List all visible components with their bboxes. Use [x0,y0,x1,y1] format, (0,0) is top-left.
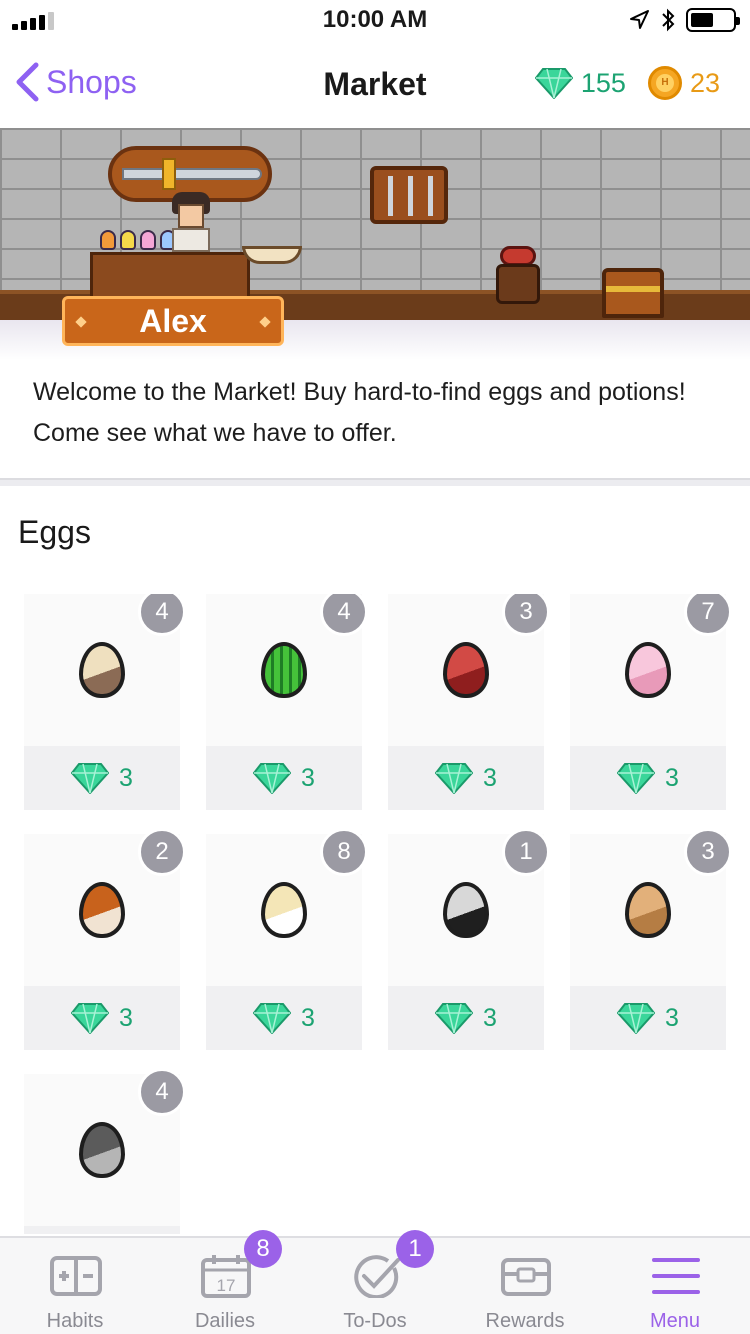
egg-icon [443,882,489,938]
gold-coin-icon: H [647,66,682,100]
shop-counter [90,252,250,300]
price-value: 3 [301,763,315,792]
gem-icon [617,763,656,794]
calendar-icon: 17 [201,1255,251,1298]
gem-icon [253,1003,292,1034]
status-bar: 10:00 AM [0,0,750,40]
egg-icon [79,1122,125,1178]
egg-item-card[interactable]: 33 [388,594,550,810]
egg-item-card[interactable]: 32 [24,828,186,1050]
owned-count-badge: 1 [502,828,550,876]
currency-display: 155 H 23 [534,66,720,100]
tab-habits[interactable]: Habits [0,1238,150,1334]
price-row: 3 [24,746,180,810]
gem-icon [435,1003,474,1034]
egg-icon [79,642,125,698]
owned-count-badge: 2 [138,828,186,876]
price-row: 3 [206,986,362,1050]
price-row: 3 [570,746,726,810]
owned-count-badge: 8 [320,828,368,876]
shopkeeper-avatar [168,192,214,252]
gem-icon [534,68,573,99]
fruit-bowl-decoration [242,246,302,264]
tab-label: Dailies [194,1310,256,1332]
habits-icon [50,1256,102,1296]
npc-name: Alex [139,302,207,339]
price-row [24,1226,180,1234]
egg-item-card[interactable]: 37 [570,594,732,810]
price-row: 3 [24,986,180,1050]
gem-icon [435,763,474,794]
price-row: 3 [388,746,544,810]
egg-item-card[interactable]: 4 [24,1068,186,1234]
rewards-chest-icon [501,1258,551,1296]
section-divider [0,478,750,486]
tab-label: Menu [649,1310,701,1332]
coin-letter: H [655,74,674,92]
npc-nameplate: Alex [62,296,284,346]
tab-label: To-Dos [343,1310,407,1332]
gem-icon [253,763,292,794]
bluetooth-icon [662,8,675,32]
location-arrow-icon [630,10,649,29]
welcome-message: Welcome to the Market! Buy hard-to-find … [33,378,686,447]
weapon-rack-decoration [370,166,448,224]
price-value: 3 [119,763,133,792]
tab-dailies[interactable]: 17 8 Dailies [150,1230,300,1334]
dailies-badge: 8 [244,1230,282,1268]
egg-item-card[interactable]: 31 [388,828,550,1050]
navigation-bar: Shops Market 155 H 23 [0,40,750,128]
section-title-eggs: Eggs [18,514,91,550]
pot-contents-decoration [500,246,536,266]
egg-item-card[interactable]: 34 [206,594,368,810]
egg-icon [625,642,671,698]
price-value: 3 [301,1003,315,1032]
potion-bottles-decoration [100,230,176,250]
gem-icon [71,1003,110,1034]
egg-item-card[interactable]: 34 [24,594,186,810]
owned-count-badge: 3 [684,828,732,876]
price-row: 3 [570,986,726,1050]
check-icon [354,1255,400,1298]
tab-menu[interactable]: Menu [600,1238,750,1334]
tab-label: Habits [46,1310,104,1332]
calendar-day: 17 [217,1276,236,1295]
price-value: 3 [119,1003,133,1032]
egg-icon [79,882,125,938]
gold-count: 23 [689,67,720,98]
sword-guard-decoration [162,158,176,190]
price-value: 3 [665,1003,679,1032]
price-value: 3 [483,1003,497,1032]
egg-icon [625,882,671,938]
menu-icon [652,1258,700,1294]
tab-label: Rewards [485,1310,565,1332]
pot-decoration [496,264,540,304]
price-value: 3 [483,763,497,792]
battery-icon [686,8,740,32]
gem-count: 155 [580,67,626,98]
egg-grid: 34343337323831334 [24,594,734,1234]
gem-icon [71,763,110,794]
cactus-egg-icon [261,642,307,698]
sword-decoration [122,168,262,180]
egg-item-card[interactable]: 38 [206,828,368,1050]
treasure-chest-decoration [602,268,664,318]
egg-item-card[interactable]: 33 [570,828,732,1050]
owned-count-badge: 4 [138,1068,186,1116]
tab-todos[interactable]: 1 To-Dos [300,1230,450,1334]
egg-icon [261,882,307,938]
price-row: 3 [388,986,544,1050]
gem-icon [617,1003,656,1034]
todos-badge: 1 [396,1230,434,1268]
price-row: 3 [206,746,362,810]
tab-rewards[interactable]: Rewards [450,1238,600,1334]
tab-bar: Habits 17 8 Dailies 1 To-Dos Rewards Men… [0,1230,750,1334]
egg-icon [443,642,489,698]
price-value: 3 [665,763,679,792]
